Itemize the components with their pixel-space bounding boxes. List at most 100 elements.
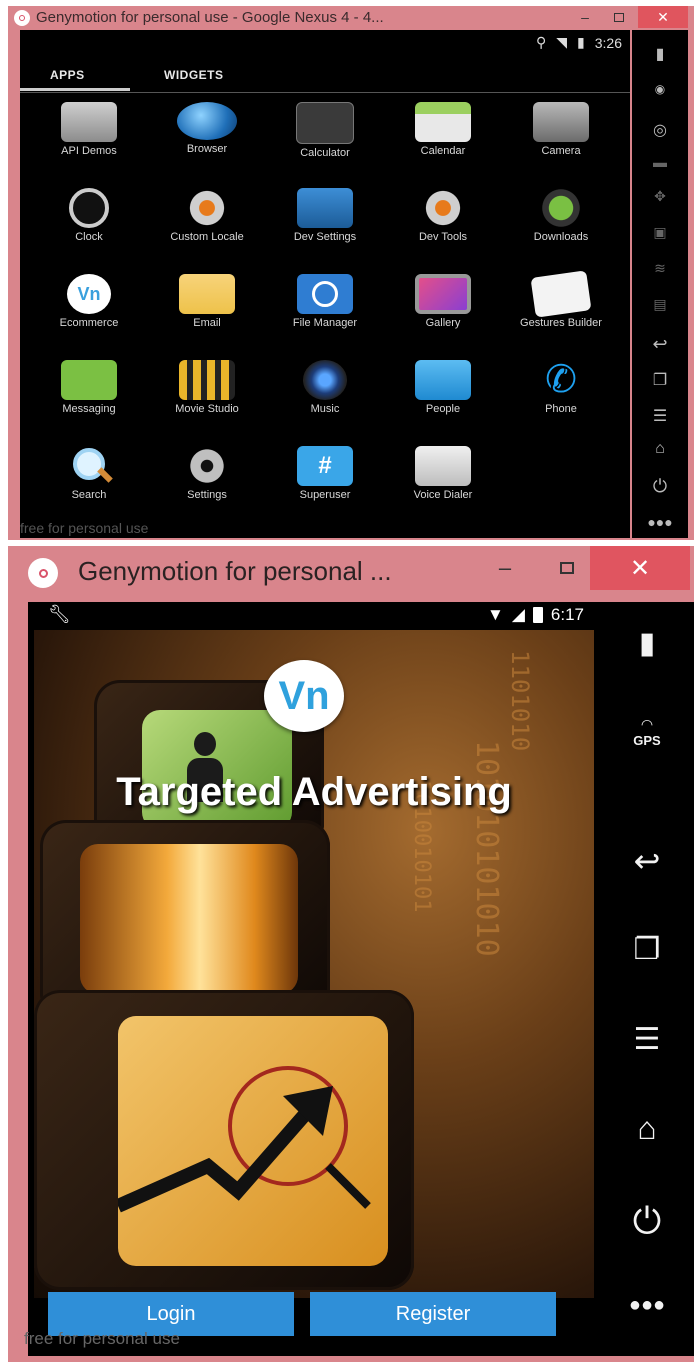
app-gallery[interactable]: Gallery (384, 274, 502, 329)
gps-widget-icon[interactable]: ◉ (632, 82, 688, 96)
voice-dialer-icon (415, 446, 471, 486)
genymotion-sidebar: ▮ ◠ GPS ↩ ❐ ☰ ⌂ ⏻ ●●● (600, 602, 694, 1356)
app-settings[interactable]: Settings (148, 446, 266, 501)
home-icon[interactable]: ⌂ (600, 1110, 694, 1147)
screencast-widget-icon[interactable]: ▬ (632, 154, 688, 170)
minimize-button[interactable]: – (568, 6, 602, 28)
download-icon (539, 188, 583, 228)
location-icon: ⚲ (535, 34, 547, 50)
globe-icon (177, 102, 237, 140)
app-clock[interactable]: Clock (30, 188, 148, 243)
register-button[interactable]: Register (310, 1292, 556, 1336)
app-phone[interactable]: ✆ Phone (502, 360, 620, 415)
back-icon[interactable]: ↩ (600, 842, 694, 880)
maximize-button[interactable] (536, 546, 598, 590)
genymotion-window-1: Genymotion for personal use - Google Nex… (8, 6, 694, 540)
splash-screen: 1101010 101010101010 1010010101 10101001… (34, 630, 594, 1298)
app-label: Downloads (533, 231, 589, 243)
app-label: Browser (186, 143, 228, 155)
tab-widgets[interactable]: WIDGETS (164, 68, 224, 82)
app-label: Dev Settings (293, 231, 357, 243)
app-custom-locale[interactable]: Custom Locale (148, 188, 266, 243)
app-label: People (425, 403, 461, 415)
maximize-button[interactable] (602, 6, 636, 28)
messaging-icon (61, 360, 117, 400)
status-bar: ⚲ ◥ ▮ 3:26 (536, 34, 622, 51)
power-icon[interactable]: ⏻ (632, 476, 688, 497)
app-music[interactable]: Music (266, 360, 384, 415)
signal-icon: ◢ (511, 605, 525, 624)
more-icon[interactable]: ●●● (632, 514, 688, 530)
app-label: API Demos (61, 145, 117, 157)
home-nav-icon[interactable]: ○ (284, 1350, 300, 1356)
app-messaging[interactable]: Messaging (30, 360, 148, 415)
app-api-demos[interactable]: API Demos (30, 102, 148, 157)
app-label: Ecommerce (59, 317, 119, 329)
app-label: Music (310, 403, 340, 415)
app-camera[interactable]: Camera (502, 102, 620, 157)
window-title: Genymotion for personal use - Google Nex… (36, 9, 384, 26)
app-calendar[interactable]: Calendar (384, 102, 502, 157)
minimize-button[interactable]: – (474, 546, 536, 590)
power-icon[interactable]: ⏻ (600, 1200, 694, 1243)
status-bar: 🔧︎ ▼ ◢ 6:17 (28, 602, 600, 630)
app-label: Calculator (300, 147, 350, 159)
app-email[interactable]: Email (148, 274, 266, 329)
back-icon[interactable]: ↩ (632, 334, 688, 355)
close-button[interactable]: ✕ (638, 6, 688, 28)
menu-icon[interactable]: ☰ (632, 406, 688, 426)
battery-icon (532, 607, 543, 623)
battery-widget-icon[interactable]: ▮ (600, 626, 694, 661)
app-dev-settings[interactable]: Dev Settings (266, 188, 384, 243)
app-label: Movie Studio (175, 403, 239, 415)
app-search[interactable]: Search (30, 446, 148, 501)
battery-widget-icon[interactable]: ▮ (632, 44, 688, 64)
back-nav-icon[interactable]: ◁ (128, 1350, 148, 1356)
phone-widget-icon[interactable]: ▤ (632, 296, 688, 313)
tab-apps[interactable]: APPS (20, 68, 130, 91)
webcam-widget-icon[interactable]: ◎ (632, 120, 688, 140)
app-superuser[interactable]: # Superuser (266, 446, 384, 501)
cube-face (80, 844, 298, 994)
app-voice-dialer[interactable]: Voice Dialer (384, 446, 502, 501)
genymotion-window-2: Genymotion for personal ... – ✕ 🔧︎ ▼ ◢ 6… (8, 546, 694, 1362)
app-label: Settings (187, 489, 227, 501)
cube-face (115, 1016, 388, 1266)
gps-widget-icon[interactable]: ◠ GPS (600, 716, 694, 748)
folder-icon (61, 102, 117, 142)
wifi-icon: ◥ (556, 34, 568, 50)
app-browser[interactable]: Browser (148, 102, 266, 155)
device-screen[interactable]: 🔧︎ ▼ ◢ 6:17 1101010 101010101010 1010010… (28, 602, 600, 1356)
genymotion-sidebar: ▮ ◉ ◎ ▬ ✥ ▣ ≋ ▤ ↩ ❐ ☰ ⌂ ⏻ ●●● (632, 30, 688, 538)
app-ecommerce[interactable]: Vn Ecommerce (30, 274, 148, 329)
app-label: Superuser (299, 489, 351, 501)
title-bar[interactable]: Genymotion for personal use - Google Nex… (8, 6, 694, 30)
identifiers-widget-icon[interactable]: ▣ (632, 224, 688, 241)
gallery-icon (415, 274, 471, 314)
more-icon[interactable]: ●●● (600, 1294, 694, 1317)
app-downloads[interactable]: Downloads (502, 188, 620, 243)
binary-decoration: 1101010 (506, 650, 534, 752)
app-file-manager[interactable]: File Manager (266, 274, 384, 329)
app-label: Dev Tools (418, 231, 468, 243)
close-button[interactable]: ✕ (590, 546, 690, 590)
dpad-widget-icon[interactable]: ✥ (632, 188, 688, 205)
app-label: Custom Locale (170, 231, 244, 243)
home-icon[interactable]: ⌂ (632, 440, 688, 458)
recent-apps-icon[interactable]: ❐ (600, 932, 694, 967)
app-movie-studio[interactable]: Movie Studio (148, 360, 266, 415)
app-drawer-tabs: APPS WIDGETS (20, 60, 630, 93)
app-gestures-builder[interactable]: Gestures Builder (502, 270, 620, 329)
file-manager-icon (297, 274, 353, 314)
genymotion-app-icon (28, 558, 58, 588)
network-widget-icon[interactable]: ≋ (632, 260, 688, 277)
device-screen[interactable]: ⚲ ◥ ▮ 3:26 APPS WIDGETS API Demos Browse… (20, 30, 630, 538)
app-calculator[interactable]: Calculator (266, 102, 384, 159)
title-bar[interactable]: Genymotion for personal ... – ✕ (8, 546, 694, 598)
recent-apps-icon[interactable]: ❐ (632, 370, 688, 390)
menu-icon[interactable]: ☰ (600, 1022, 694, 1057)
app-people[interactable]: People (384, 360, 502, 415)
recents-nav-icon[interactable]: □ (442, 1350, 458, 1356)
status-time: 3:26 (594, 34, 622, 51)
app-dev-tools[interactable]: Dev Tools (384, 188, 502, 243)
